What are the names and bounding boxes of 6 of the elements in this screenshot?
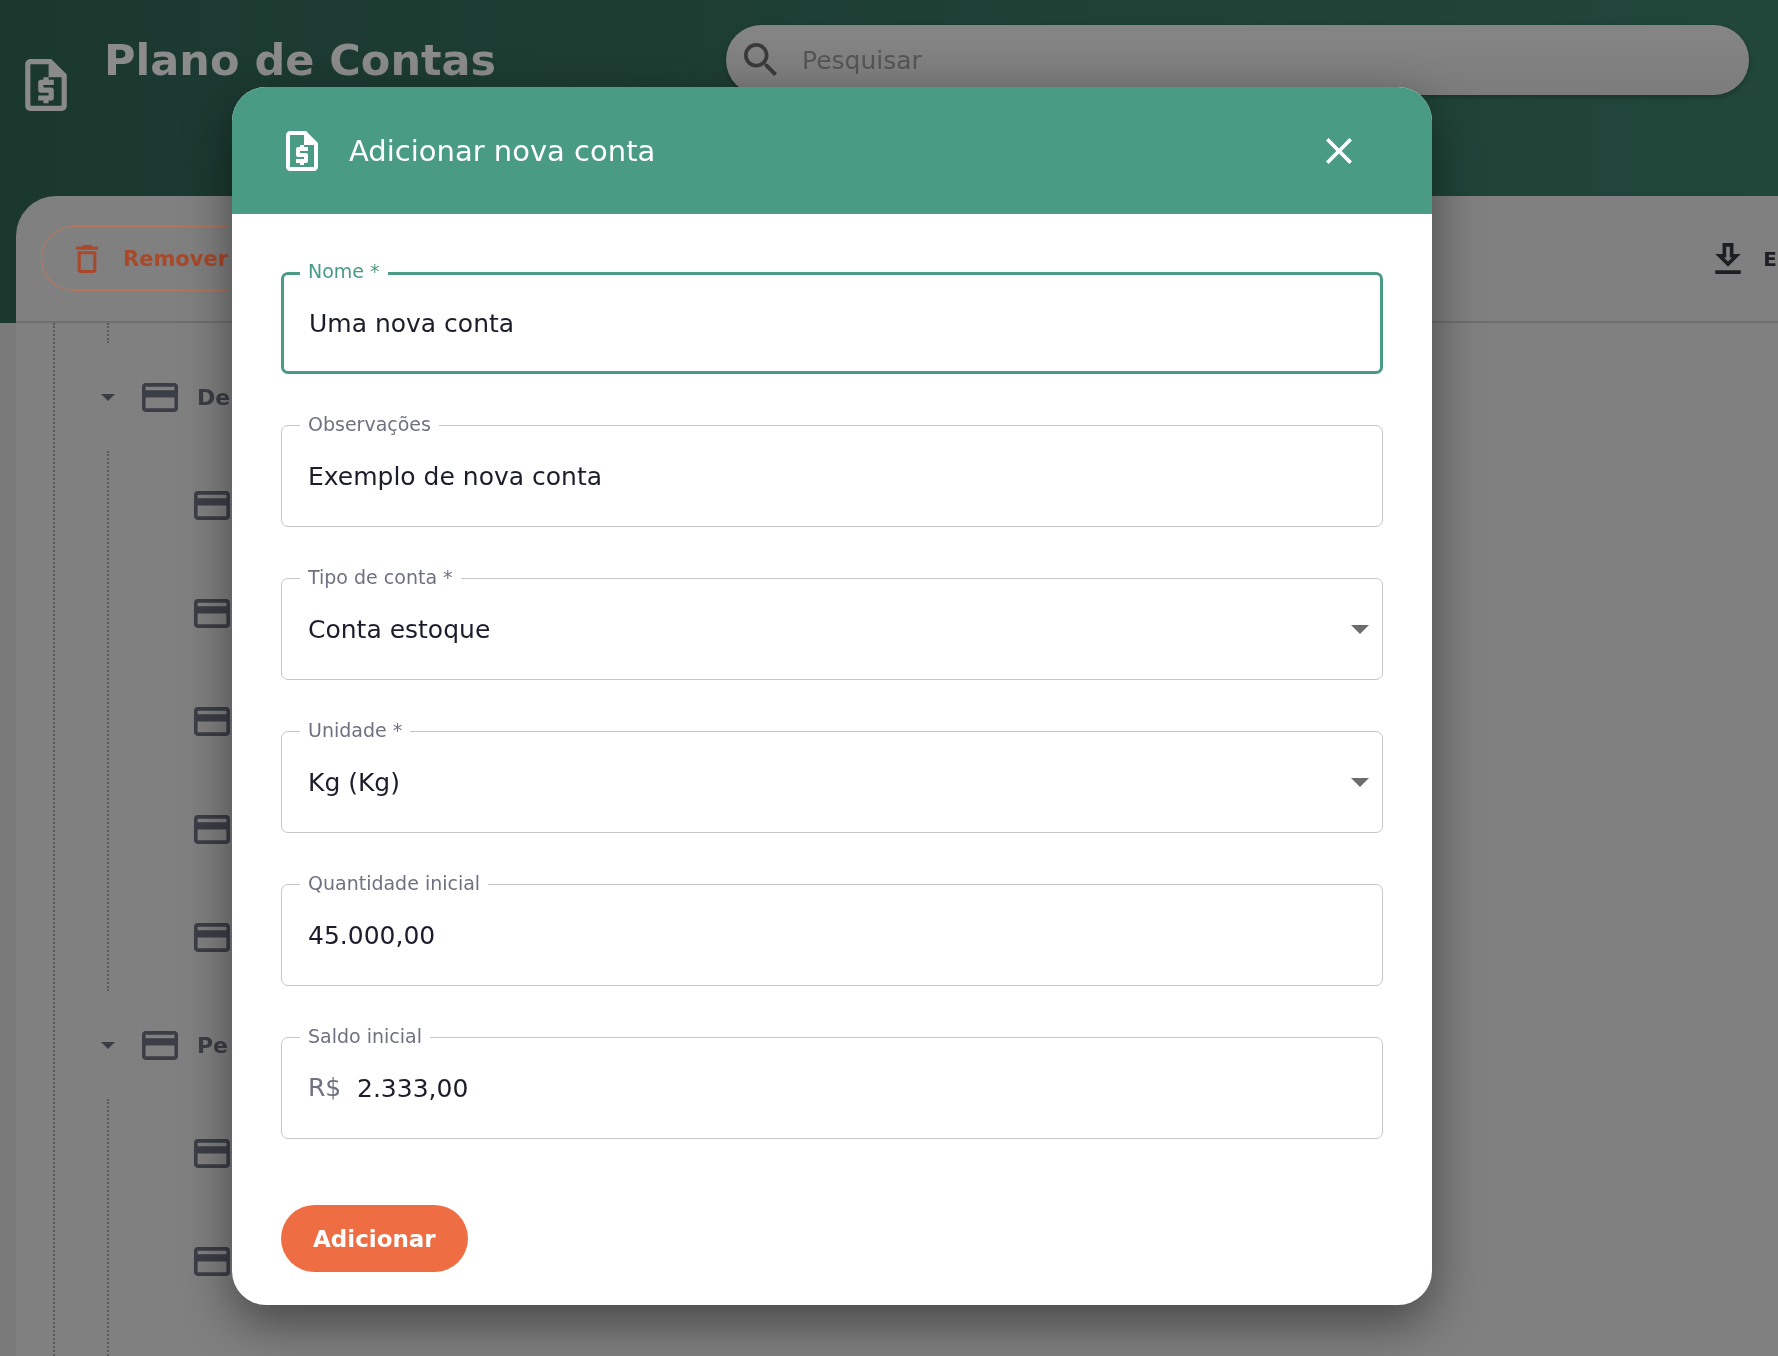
field-label: Observações <box>300 413 439 435</box>
field-label: Quantidade inicial <box>300 872 489 894</box>
dialog-title: Adicionar nova conta <box>349 133 657 168</box>
currency-prefix: R$ <box>308 1073 342 1103</box>
field-label: Tipo de conta * <box>300 566 461 588</box>
app-title: Plano de Contas <box>104 34 497 87</box>
